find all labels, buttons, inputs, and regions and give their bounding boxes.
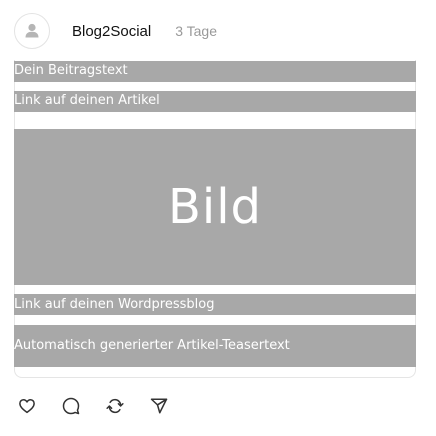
heart-icon (19, 399, 35, 414)
comment-icon (62, 397, 80, 415)
article-link-placeholder[interactable]: Link auf deinen Artikel (14, 91, 416, 112)
like-button[interactable] (17, 396, 37, 416)
comment-button[interactable] (61, 396, 81, 416)
image-placeholder: Bild (14, 129, 416, 285)
post-time: 3 Tage (175, 23, 217, 39)
repost-button[interactable] (105, 396, 125, 416)
user-avatar-icon (25, 23, 39, 38)
teaser-text-placeholder: Automatisch generierter Artikel-Teaserte… (14, 325, 416, 367)
share-button[interactable] (149, 396, 169, 416)
post-header: Blog2Social 3 Tage (14, 12, 217, 50)
repost-icon (106, 398, 124, 414)
avatar[interactable] (14, 13, 50, 49)
blog-link-placeholder[interactable]: Link auf deinen Wordpressblog (14, 294, 416, 315)
send-icon (150, 398, 168, 414)
post-text-placeholder: Dein Beitragstext (14, 61, 416, 82)
post-actions (17, 396, 193, 416)
image-label: Bild (167, 179, 263, 235)
threads-post-preview: Blog2Social 3 Tage Dein Beitragstext Lin… (0, 0, 436, 436)
username[interactable]: Blog2Social (72, 23, 151, 40)
